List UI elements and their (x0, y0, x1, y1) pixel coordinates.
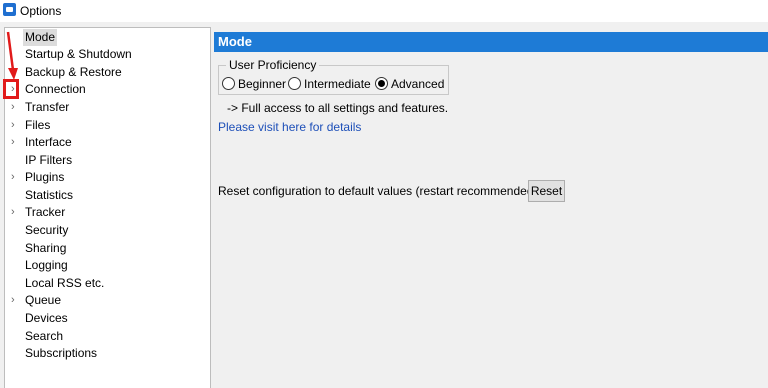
tree-item-transfer[interactable]: › Transfer (5, 99, 210, 116)
tree-item-label: Plugins (25, 170, 65, 184)
tree-item-logging[interactable]: Logging (5, 257, 210, 274)
tree-item-startup-shutdown[interactable]: Startup & Shutdown (5, 46, 210, 63)
expand-chevron-icon[interactable]: › (11, 204, 19, 221)
tree-item-label: Logging (25, 258, 68, 272)
tree-item-label: Statistics (25, 188, 74, 202)
title-bar: Options (0, 0, 768, 22)
panel-header: Mode (214, 32, 768, 52)
tree-item-label: Security (25, 223, 69, 237)
radio-label: Beginner (238, 77, 287, 91)
tree-item-label: IP Filters (25, 153, 73, 167)
radio-advanced[interactable]: Advanced (375, 76, 444, 92)
expand-chevron-icon[interactable]: › (11, 292, 19, 309)
radio-label: Advanced (391, 77, 445, 91)
options-tree: Mode Startup & Shutdown Backup & Restore… (4, 27, 211, 388)
tree-item-plugins[interactable]: › Plugins (5, 169, 210, 186)
tree-item-label: Interface (25, 135, 72, 149)
details-link[interactable]: Please visit here for details (218, 120, 361, 134)
reset-description: Reset configuration to default values (r… (218, 184, 538, 198)
tree-item-label: Files (25, 118, 51, 132)
radio-selected-icon[interactable] (375, 77, 388, 90)
radio-circle-icon[interactable] (288, 77, 301, 90)
tree-item-subscriptions[interactable]: Subscriptions (5, 345, 210, 362)
expand-chevron-icon[interactable]: › (11, 117, 19, 134)
tree-item-queue[interactable]: › Queue (5, 292, 210, 309)
tree-item-connection[interactable]: › Connection (5, 81, 210, 98)
tree-item-label: Backup & Restore (25, 65, 122, 79)
radio-beginner[interactable]: Beginner (222, 76, 286, 92)
tree-item-label: Sharing (25, 241, 67, 255)
annotation-arrow-icon (6, 31, 18, 80)
tree-item-label: Devices (25, 311, 68, 325)
tree-item-sharing[interactable]: Sharing (5, 240, 210, 257)
tree-item-files[interactable]: › Files (5, 117, 210, 134)
tree-item-devices[interactable]: Devices (5, 310, 210, 327)
app-icon (3, 3, 16, 16)
tree-item-label: Startup & Shutdown (25, 47, 132, 61)
tree-item-backup-restore[interactable]: Backup & Restore (5, 64, 210, 81)
tree-item-label: Local RSS etc. (25, 276, 105, 290)
proficiency-legend: User Proficiency (226, 58, 320, 72)
window-title: Options (20, 4, 62, 18)
reset-button[interactable]: Reset (528, 180, 565, 202)
radio-intermediate[interactable]: Intermediate (288, 76, 371, 92)
tree-item-ip-filters[interactable]: IP Filters (5, 152, 210, 169)
radio-label: Intermediate (304, 77, 371, 91)
tree-item-label: Queue (25, 293, 62, 307)
expand-chevron-icon[interactable]: › (11, 99, 19, 116)
tree-item-search[interactable]: Search (5, 328, 210, 345)
tree-item-label: Transfer (25, 100, 70, 114)
annotation-highlight-box (3, 79, 19, 99)
tree-item-interface[interactable]: › Interface (5, 134, 210, 151)
tree-item-label: Connection (25, 82, 86, 96)
tree-item-security[interactable]: Security (5, 222, 210, 239)
access-description: -> Full access to all settings and featu… (227, 101, 449, 115)
tree-item-tracker[interactable]: › Tracker (5, 204, 210, 221)
tree-item-local-rss[interactable]: Local RSS etc. (5, 275, 210, 292)
tree-item-label: Subscriptions (25, 346, 98, 360)
expand-chevron-icon[interactable]: › (11, 169, 19, 186)
tree-item-statistics[interactable]: Statistics (5, 187, 210, 204)
tree-item-label: Search (25, 329, 64, 343)
radio-circle-icon[interactable] (222, 77, 235, 90)
tree-item-mode[interactable]: Mode (5, 29, 210, 46)
tree-item-label: Tracker (25, 205, 66, 219)
panel-title: Mode (218, 34, 252, 49)
expand-chevron-icon[interactable]: › (11, 134, 19, 151)
